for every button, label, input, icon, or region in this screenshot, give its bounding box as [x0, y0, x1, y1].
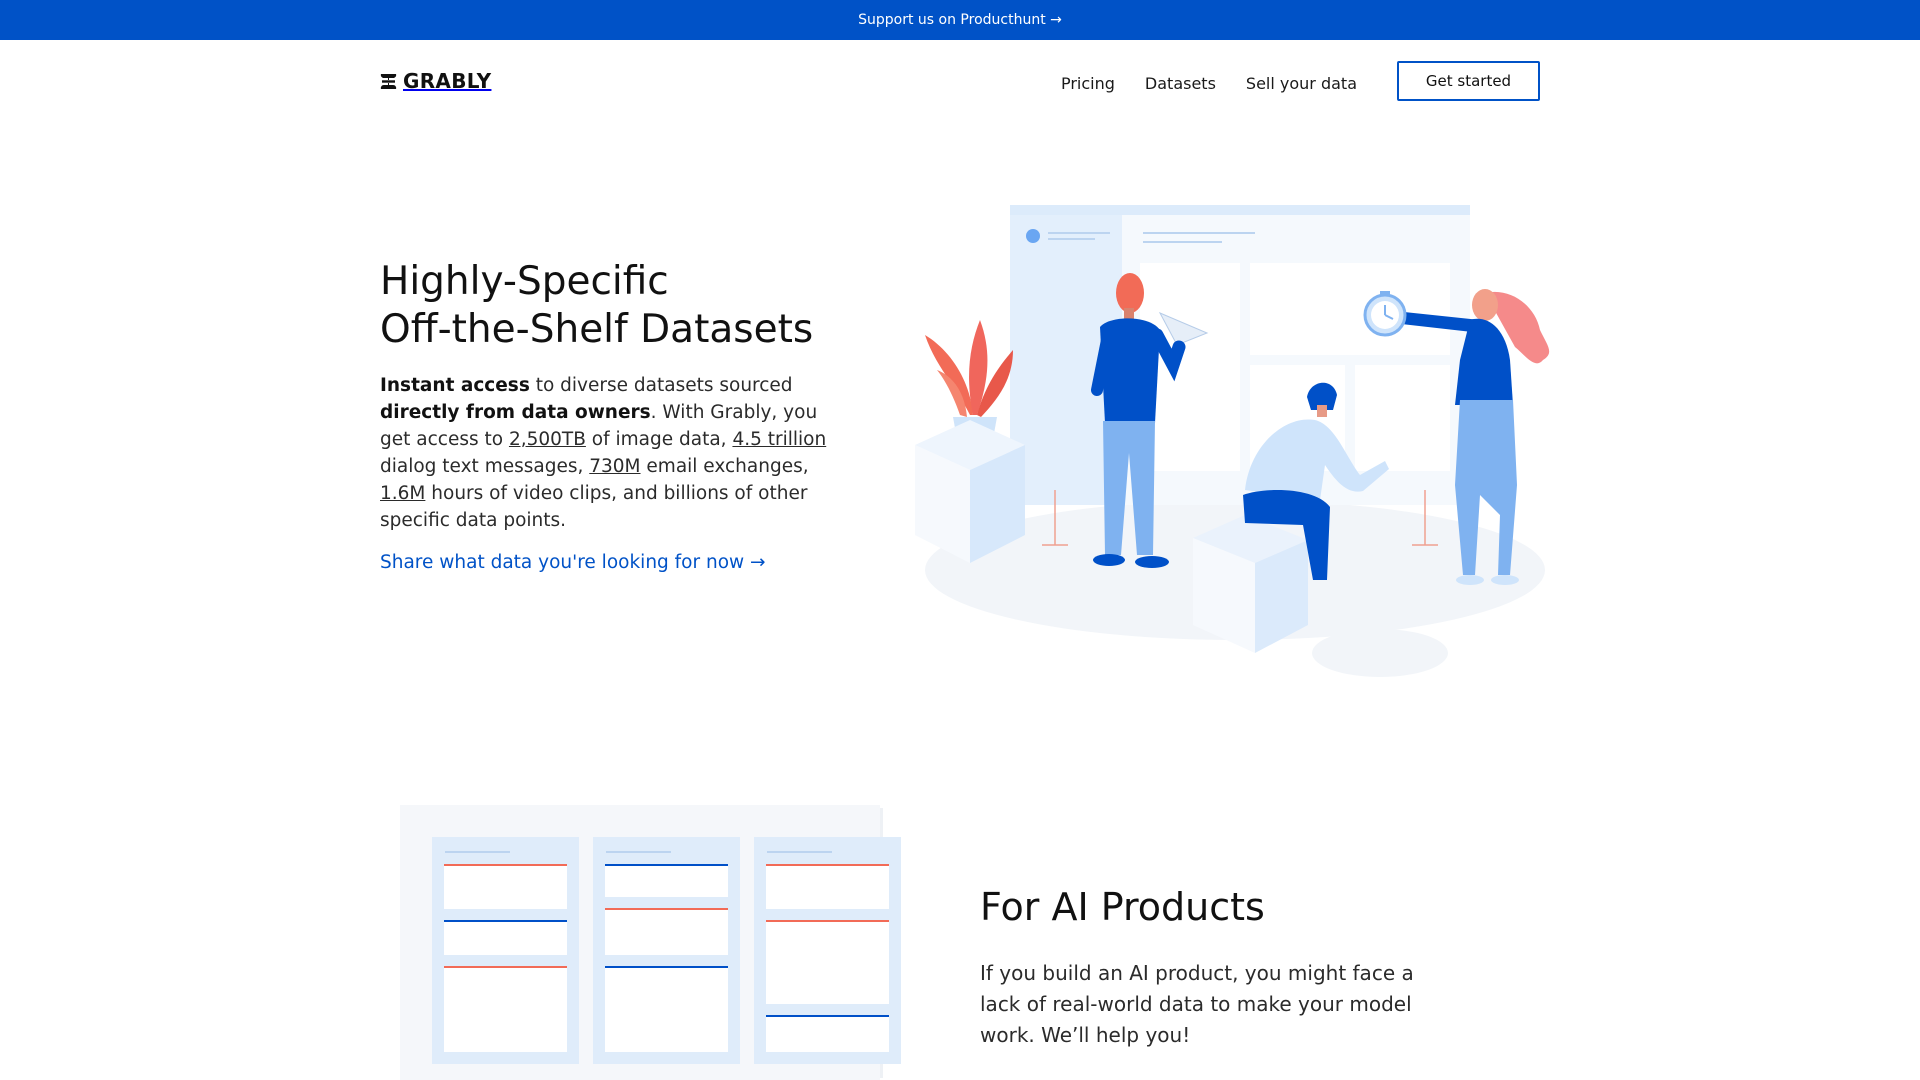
kanban-board-illustration	[400, 805, 901, 1080]
nav-link-datasets[interactable]: Datasets	[1145, 74, 1216, 93]
hero-description: Instant access to diverse datasets sourc…	[380, 372, 830, 534]
hero-desc-text: of image data,	[585, 429, 733, 450]
hero-team-illustration	[915, 205, 1550, 677]
nav-link-pricing[interactable]: Pricing	[1061, 74, 1115, 93]
hero-desc-text: dialog text messages,	[380, 456, 590, 477]
hero-desc-bold-instant-access: Instant access	[380, 375, 530, 396]
stat-link-email-exchanges[interactable]: 730M	[589, 456, 640, 477]
hero-desc-text: email exchanges,	[640, 456, 809, 477]
brand-logo[interactable]: GRABLY	[380, 69, 491, 93]
hero-desc-bold-data-owners: directly from data owners	[380, 402, 651, 423]
ai-products-title: For AI Products	[980, 885, 1265, 929]
nav-link-sell-your-data[interactable]: Sell your data	[1246, 74, 1357, 93]
grably-logo-icon	[380, 73, 397, 89]
hero-desc-text: to diverse datasets sourced	[529, 375, 793, 396]
navbar: GRABLY Pricing Datasets Sell your data G…	[380, 60, 1540, 102]
hero-title-line-1: Highly-Specific	[380, 259, 669, 304]
stat-link-dialog-messages[interactable]: 4.5 trillion	[732, 429, 826, 450]
hero-title: Highly-Specific Off-the-Shelf Datasets	[380, 258, 860, 354]
share-data-request-link[interactable]: Share what data you're looking for now →	[380, 552, 766, 573]
ai-products-description: If you build an AI product, you might fa…	[980, 961, 1414, 1047]
hero-desc-text: hours of video clips, and billions of ot…	[380, 483, 808, 531]
producthunt-banner-link[interactable]: Support us on Producthunt →	[0, 0, 1920, 40]
nav-menu: Pricing Datasets Sell your data Get star…	[1061, 61, 1540, 101]
stat-link-image-data[interactable]: 2,500TB	[509, 429, 586, 450]
get-started-button[interactable]: Get started	[1397, 61, 1540, 101]
hero-title-line-2: Off-the-Shelf Datasets	[380, 307, 814, 352]
brand-name: GRABLY	[403, 69, 492, 93]
stat-link-video-hours[interactable]: 1.6M	[380, 483, 425, 504]
